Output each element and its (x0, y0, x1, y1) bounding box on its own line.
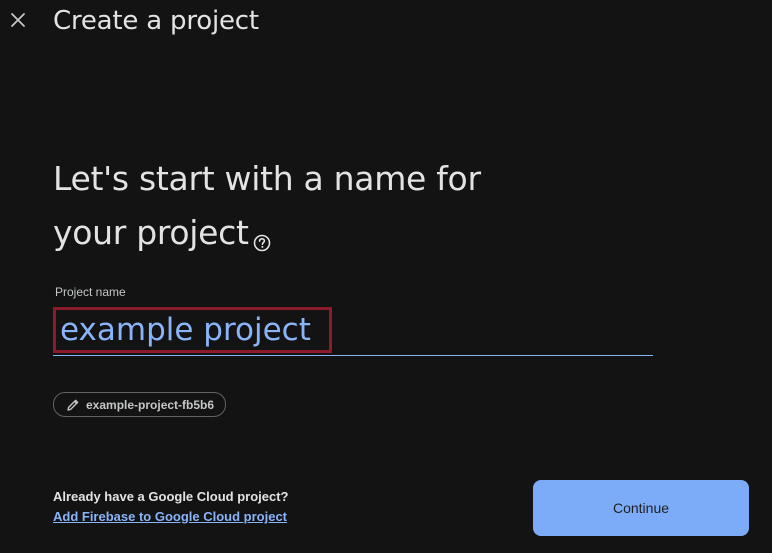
create-project-page: Create a project Let's start with a name… (0, 0, 772, 553)
page-title: Create a project (53, 6, 259, 36)
help-circle-icon[interactable] (253, 214, 271, 252)
pencil-icon (67, 399, 79, 411)
project-id-chip[interactable]: example-project-fb5b6 (53, 392, 227, 417)
close-button[interactable] (4, 6, 32, 34)
project-name-label: Project name (55, 285, 126, 299)
continue-button[interactable]: Continue (533, 480, 749, 536)
project-name-input[interactable] (53, 307, 332, 353)
heading-line-1: Let's start with a name for (53, 159, 481, 198)
heading-line-2: your project (53, 206, 533, 260)
add-firebase-link[interactable]: Add Firebase to Google Cloud project (53, 509, 287, 524)
close-icon (11, 13, 25, 27)
heading-line-2-text: your project (53, 213, 249, 252)
project-id-text: example-project-fb5b6 (86, 397, 215, 412)
existing-project-question: Already have a Google Cloud project? (53, 489, 289, 504)
project-name-field (53, 305, 653, 356)
main-heading: Let's start with a name for your project (53, 152, 533, 260)
